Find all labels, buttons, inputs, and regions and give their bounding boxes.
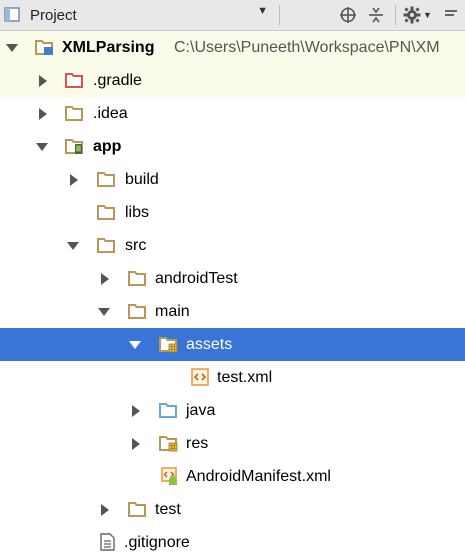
settings-dropdown-icon: ▼ [423,10,432,20]
collapsed-arrow-icon[interactable] [36,107,50,121]
project-view-icon [4,7,20,22]
folder-icon [127,499,147,519]
tree-item-app[interactable]: app [0,130,465,163]
locate-icon [340,7,356,23]
expanded-arrow-icon[interactable] [66,239,80,253]
folder-icon [96,235,116,255]
android-manifest-icon [160,466,180,486]
resource-folder-icon [158,334,178,354]
tree-item-android-manifest[interactable]: AndroidManifest.xml [0,460,465,493]
tree-item-label: src [125,236,147,254]
tree-item-label: main [155,302,190,320]
folder-icon [127,268,147,288]
locate-button[interactable] [336,4,360,26]
tree-item-main[interactable]: main [0,295,465,328]
folder-icon [96,202,116,222]
tree-item-test[interactable]: test [0,493,465,526]
tree-item-label: java [186,401,216,419]
tree-item-label: test.xml [217,368,273,386]
tree-item-xmlparsing[interactable]: XMLParsing C:\Users\Puneeth\Workspace\PN… [0,31,465,64]
project-view-selector[interactable]: Project ▼ [4,3,272,27]
expanded-arrow-icon[interactable] [128,338,142,352]
tree-item-label: .gradle [93,71,142,89]
settings-button[interactable]: ▼ [400,4,434,26]
project-name: XMLParsing [62,38,155,56]
tree-item-label: .gitignore [124,533,190,551]
collapsed-arrow-icon[interactable] [98,503,112,517]
project-module-icon [34,37,54,57]
tree-item-label: res [186,434,209,452]
project-toolbar: Project ▼ ▼ [0,0,465,31]
tree-item-label: assets [186,335,233,353]
project-path: C:\Users\Puneeth\Workspace\PN\XM [174,38,440,56]
collapsed-arrow-icon[interactable] [98,272,112,286]
toolbar-divider [395,5,396,25]
tree-item-label: build [125,170,159,188]
tree-item-idea[interactable]: .idea [0,97,465,130]
collapsed-arrow-icon[interactable] [129,404,143,418]
hide-button[interactable] [440,4,462,26]
toolbar-divider [279,5,280,25]
tree-item-label: libs [125,203,150,221]
source-folder-icon [158,400,178,420]
collapse-all-button[interactable] [364,4,388,26]
tree-item-label: .idea [93,104,128,122]
tree-item-label: app [93,137,122,155]
collapsed-arrow-icon[interactable] [129,437,143,451]
android-module-icon [64,136,84,156]
collapsed-arrow-icon[interactable] [36,74,50,88]
folder-icon [96,169,116,189]
tree-item-androidtest[interactable]: androidTest [0,262,465,295]
gradle-folder-icon [64,70,84,90]
expanded-arrow-icon[interactable] [97,305,111,319]
collapse-all-icon [369,7,383,23]
tree-item-gitignore[interactable]: .gitignore [0,526,465,559]
tree-item-test-xml[interactable]: test.xml [0,361,465,394]
tree-item-res[interactable]: res [0,427,465,460]
project-view-label: Project [30,6,77,24]
expanded-arrow-icon[interactable] [5,41,19,55]
text-file-icon [97,532,117,552]
resource-folder-icon [158,433,178,453]
xml-file-icon [190,367,210,387]
tree-item-build[interactable]: build [0,163,465,196]
expanded-arrow-icon[interactable] [35,140,49,154]
tree-item-libs[interactable]: libs [0,196,465,229]
tree-item-label: androidTest [155,269,238,287]
tree-item-gradle[interactable]: .gradle [0,64,465,97]
tree-item-assets[interactable]: assets [0,328,465,361]
settings-gear-icon [403,6,421,24]
hide-icon [445,10,457,16]
tree-item-src[interactable]: src [0,229,465,262]
collapsed-arrow-icon[interactable] [67,173,81,187]
tree-item-label: AndroidManifest.xml [186,467,331,485]
dropdown-arrow-icon[interactable]: ▼ [257,5,268,17]
folder-icon [64,103,84,123]
folder-icon [127,301,147,321]
tree-item-label: test [155,500,181,518]
tree-item-java[interactable]: java [0,394,465,427]
